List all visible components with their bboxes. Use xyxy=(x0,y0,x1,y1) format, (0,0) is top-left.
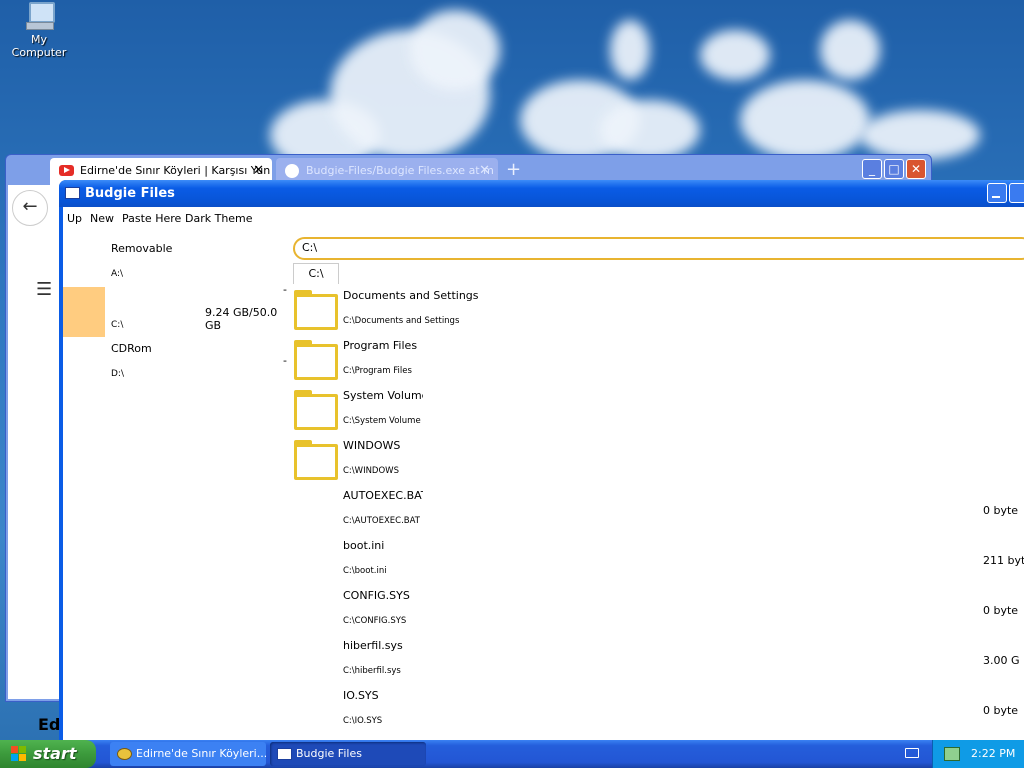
drive-usage-indicator xyxy=(63,287,105,337)
file-path: C:\Documents and Settings xyxy=(343,316,460,326)
drive-item-a[interactable]: Removable A:\ - xyxy=(63,242,293,296)
taskbar-item-label: Budgie Files xyxy=(296,747,362,760)
window-title: Budgie Files xyxy=(85,186,175,201)
file-item[interactable]: hiberfil.sys C:\hiberfil.sys 3.00 G xyxy=(293,639,1024,689)
system-tray: 2:22 PM xyxy=(932,740,1024,768)
file-path: C:\Program Files xyxy=(343,366,412,376)
keyboard-icon[interactable] xyxy=(905,748,919,758)
new-tab-button[interactable]: + xyxy=(506,159,521,180)
folder-icon xyxy=(294,290,338,330)
clock[interactable]: 2:22 PM xyxy=(971,747,1015,760)
file-path: C:\boot.ini xyxy=(343,566,387,576)
taskbar-item-label: Edirne'de Sınır Köyleri... xyxy=(136,747,266,760)
drive-size-dash: - xyxy=(283,354,287,367)
file-name: WINDOWS xyxy=(343,439,401,452)
taskbar-item-budgie-files[interactable]: Budgie Files xyxy=(270,742,426,766)
my-computer-desktop-icon[interactable]: My Computer xyxy=(4,2,74,59)
menu-new[interactable]: New xyxy=(90,212,114,225)
file-item[interactable]: IO.SYS C:\IO.SYS 0 byte xyxy=(293,689,1024,739)
file-size: 211 byte xyxy=(983,554,1024,567)
drive-path: D:\ xyxy=(111,369,124,379)
menu-dark-theme[interactable]: Dark Theme xyxy=(185,212,253,225)
drive-path: A:\ xyxy=(111,269,124,279)
file-item[interactable]: Program Files C:\Program Files xyxy=(293,339,1024,389)
menu-icon[interactable]: ☰ xyxy=(36,279,52,300)
maximize-icon[interactable]: □ xyxy=(884,159,904,179)
file-path: C:\System Volume I xyxy=(343,416,423,426)
windows-flag-icon xyxy=(11,746,27,762)
file-name: Documents and Settings xyxy=(343,289,479,302)
file-item[interactable]: System Volume I C:\System Volume I xyxy=(293,389,1024,439)
taskbar-item-browser[interactable]: Edirne'de Sınır Köyleri... xyxy=(110,742,266,766)
path-input[interactable]: C:\ xyxy=(293,237,1024,260)
file-name: IO.SYS xyxy=(343,689,379,702)
folder-icon xyxy=(294,440,338,480)
file-size: 3.00 G xyxy=(983,654,1020,667)
menu-bar: Up New Paste Here Dark Theme xyxy=(63,207,1024,229)
file-name: AUTOEXEC.BAT xyxy=(343,489,423,502)
minimize-button[interactable] xyxy=(987,183,1007,203)
window-icon xyxy=(277,748,292,760)
close-tab-icon[interactable]: ✕ xyxy=(253,163,264,178)
folder-icon xyxy=(294,390,338,430)
budgie-files-window[interactable]: Budgie Files Up New Paste Here Dark Them… xyxy=(59,180,1024,740)
file-path: C:\IO.SYS xyxy=(343,716,383,726)
browser-icon xyxy=(117,748,132,760)
file-item[interactable]: WINDOWS C:\WINDOWS xyxy=(293,439,1024,489)
window-icon xyxy=(65,187,80,199)
file-path: C:\CONFIG.SYS xyxy=(343,616,407,626)
drive-item-c[interactable]: C:\ 9.24 GB/50.0 GB xyxy=(63,287,293,337)
taskbar: start Edirne'de Sınır Köyleri... Budgie … xyxy=(0,740,1024,768)
minimize-icon[interactable]: _ xyxy=(862,159,882,179)
computer-icon xyxy=(24,2,55,30)
maximize-button[interactable] xyxy=(1009,183,1024,203)
drive-name: Removable xyxy=(111,242,173,255)
file-name: hiberfil.sys xyxy=(343,639,403,652)
file-size: 0 byte xyxy=(983,604,1019,617)
breadcrumb-tab[interactable]: C:\ xyxy=(293,263,339,284)
window-client: Up New Paste Here Dark Theme Removable A… xyxy=(63,207,1024,740)
drive-name: CDRom xyxy=(111,342,152,355)
close-tab-icon[interactable]: ✕ xyxy=(479,163,490,178)
file-name: boot.ini xyxy=(343,539,385,552)
file-item[interactable]: AUTOEXEC.BAT C:\AUTOEXEC.BAT 0 byte xyxy=(293,489,1024,539)
tab-label: Edirne'de Sınır Köyleri | Karşısı Yun xyxy=(80,164,271,177)
back-arrow-icon[interactable]: ← xyxy=(12,190,48,226)
start-button[interactable]: start xyxy=(0,740,96,768)
drive-size: 9.24 GB/50.0 GB xyxy=(205,306,278,332)
file-path: C:\hiberfil.sys xyxy=(343,666,401,676)
drive-path: C:\ xyxy=(111,320,124,330)
file-item[interactable]: CONFIG.SYS C:\CONFIG.SYS 0 byte xyxy=(293,589,1024,639)
title-bar[interactable]: Budgie Files xyxy=(59,180,1024,207)
close-icon[interactable]: ✕ xyxy=(906,159,926,179)
tab-label: Budgie-Files/Budgie Files.exe at m xyxy=(306,164,494,177)
file-name: System Volume I xyxy=(343,389,423,402)
file-item[interactable]: Documents and Settings C:\Documents and … xyxy=(293,289,1024,339)
folder-icon xyxy=(294,340,338,380)
file-size: 0 byte xyxy=(983,704,1019,717)
file-path: C:\WINDOWS xyxy=(343,466,399,476)
github-icon xyxy=(285,164,299,178)
menu-paste-here[interactable]: Paste Here xyxy=(122,212,181,225)
file-size: 0 byte xyxy=(983,504,1019,517)
file-name: Program Files xyxy=(343,339,418,352)
drive-item-d[interactable]: CDRom D:\ - xyxy=(63,342,293,392)
youtube-icon xyxy=(59,165,74,176)
file-name: CONFIG.SYS xyxy=(343,589,410,602)
start-label: start xyxy=(33,744,77,763)
menu-up[interactable]: Up xyxy=(67,212,82,225)
my-computer-label: My Computer xyxy=(11,33,67,59)
file-path: C:\AUTOEXEC.BAT xyxy=(343,516,420,526)
network-icon[interactable] xyxy=(944,747,960,761)
file-item[interactable]: boot.ini C:\boot.ini 211 byte xyxy=(293,539,1024,589)
